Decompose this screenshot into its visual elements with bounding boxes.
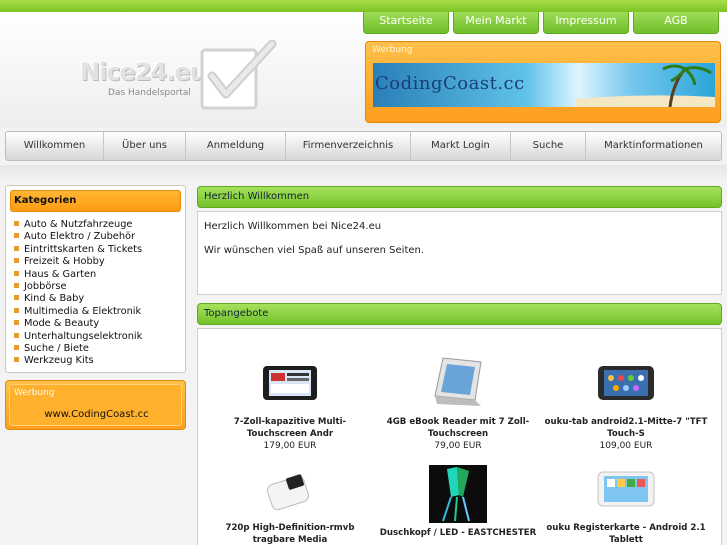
product-name: ouku Registerkarte - Android 2.1 Tablett: [546, 523, 706, 545]
bullet-icon: [14, 233, 19, 239]
nav-willkommen[interactable]: Willkommen: [6, 132, 104, 160]
android-tablet-icon: [597, 354, 655, 412]
separator-band: [0, 165, 727, 181]
category-item[interactable]: Multimedia & Elektronik: [14, 306, 142, 318]
checkmark-icon: [200, 40, 277, 110]
topnav-impressum[interactable]: Impressum: [543, 12, 629, 34]
category-item[interactable]: Kind & Baby: [14, 293, 142, 305]
category-item[interactable]: Eintrittskarten & Tickets: [14, 244, 142, 256]
ad-label: Werbung: [372, 45, 413, 55]
sidebar-ad-box: Werbung www.CodingCoast.cc: [5, 380, 186, 430]
product-card[interactable]: ouku-tab android2.1-Mitte-7 "TFT Touch-S…: [542, 354, 710, 452]
nav-suche[interactable]: Suche: [511, 132, 586, 160]
white-tablet-icon: [597, 460, 655, 518]
header-ad-box: Werbung CodingCoast.cc: [365, 41, 721, 123]
product-name: Duschkopf / LED - EASTCHESTER: [379, 528, 537, 538]
shower-head-icon: [429, 465, 487, 523]
bullet-icon: [14, 357, 19, 363]
nav-ueber-uns[interactable]: Über uns: [104, 132, 186, 160]
top-green-bar: [0, 0, 727, 12]
product-price: 179,00 EUR: [263, 441, 317, 451]
logo-title: Nice24.eu: [80, 58, 207, 86]
tablet-icon: [261, 354, 319, 412]
bullet-icon: [14, 320, 19, 326]
topnav-agb[interactable]: AGB: [633, 12, 719, 34]
sidebar-ad-link[interactable]: www.CodingCoast.cc: [10, 409, 183, 420]
bullet-icon: [14, 270, 19, 276]
product-card[interactable]: 720p High-Definition-rmvb tragbare Media: [206, 460, 374, 545]
topnav-mein-markt[interactable]: Mein Markt: [453, 12, 539, 34]
category-item[interactable]: Haus & Garten: [14, 269, 142, 281]
topnav-startseite[interactable]: Startseite: [363, 12, 449, 34]
site-logo[interactable]: Nice24.eu Das Handelsportal: [80, 40, 280, 120]
bullet-icon: [14, 307, 19, 313]
product-price: 79,00 EUR: [434, 441, 482, 451]
nav-anmeldung[interactable]: Anmeldung: [186, 132, 286, 160]
category-item[interactable]: Jobbörse: [14, 281, 142, 293]
bullet-icon: [14, 258, 19, 264]
bullet-icon: [14, 332, 19, 338]
ad-banner[interactable]: CodingCoast.cc: [373, 63, 715, 107]
top-offers-heading: Topangebote: [197, 303, 722, 325]
sidebar-ad-label: Werbung: [14, 388, 55, 398]
welcome-line-2: Wir wünschen viel Spaß auf unseren Seite…: [204, 245, 425, 256]
bullet-icon: [14, 221, 19, 226]
top-offers-box: 7-Zoll-kapazitive Multi-Touchscreen Andr…: [197, 328, 722, 545]
beach-palm-icon: [575, 64, 715, 107]
welcome-box: Herzlich Willkommen bei Nice24.eu Wir wü…: [197, 211, 722, 295]
product-name: 7-Zoll-kapazitive Multi-Touchscreen Andr: [233, 417, 347, 439]
media-player-icon: [261, 460, 319, 518]
product-card[interactable]: 4GB eBook Reader mit 7 Zoll-Touchscreen …: [374, 354, 542, 452]
sidebar-ad-inner: Werbung www.CodingCoast.cc: [9, 384, 182, 426]
product-card[interactable]: 7-Zoll-kapazitive Multi-Touchscreen Andr…: [206, 354, 374, 452]
product-price: 109,00 EUR: [599, 441, 653, 451]
category-item[interactable]: Unterhaltungselektronik: [14, 331, 142, 343]
category-list: Auto & Nutzfahrzeuge Auto Elektro / Zube…: [14, 219, 142, 368]
nav-marktinformationen[interactable]: Marktinformationen: [586, 132, 721, 160]
product-name: ouku-tab android2.1-Mitte-7 "TFT Touch-S: [544, 417, 708, 439]
category-item[interactable]: Auto & Nutzfahrzeuge: [14, 219, 142, 231]
bullet-icon: [14, 283, 19, 289]
main-nav: Willkommen Über uns Anmeldung Firmenverz…: [5, 131, 722, 161]
product-name: 720p High-Definition-rmvb tragbare Media: [225, 523, 355, 545]
bullet-icon: [14, 295, 19, 301]
ad-banner-text: CodingCoast.cc: [375, 73, 525, 94]
category-item[interactable]: Mode & Beauty: [14, 318, 142, 330]
product-card[interactable]: Duschkopf / LED - EASTCHESTER: [374, 465, 542, 539]
bullet-icon: [14, 245, 19, 251]
category-item[interactable]: Auto Elektro / Zubehör: [14, 231, 142, 243]
nav-firmenverzeichnis[interactable]: Firmenverzeichnis: [286, 132, 411, 160]
welcome-heading: Herzlich Willkommen: [197, 186, 722, 208]
category-item[interactable]: Freizeit & Hobby: [14, 256, 142, 268]
welcome-line-1: Herzlich Willkommen bei Nice24.eu: [204, 221, 382, 232]
category-item[interactable]: Werkzeug Kits: [14, 355, 142, 367]
category-item[interactable]: Suche / Biete: [14, 343, 142, 355]
nav-markt-login[interactable]: Markt Login: [411, 132, 511, 160]
ebook-reader-icon: [429, 354, 487, 412]
sidebar-title: Kategorien: [10, 190, 181, 212]
category-sidebar: Kategorien Auto & Nutzfahrzeuge Auto Ele…: [5, 185, 186, 373]
product-name: 4GB eBook Reader mit 7 Zoll-Touchscreen: [386, 417, 530, 439]
logo-subtitle: Das Handelsportal: [108, 88, 191, 98]
product-card[interactable]: ouku Registerkarte - Android 2.1 Tablett: [542, 460, 710, 545]
bullet-icon: [14, 345, 19, 351]
